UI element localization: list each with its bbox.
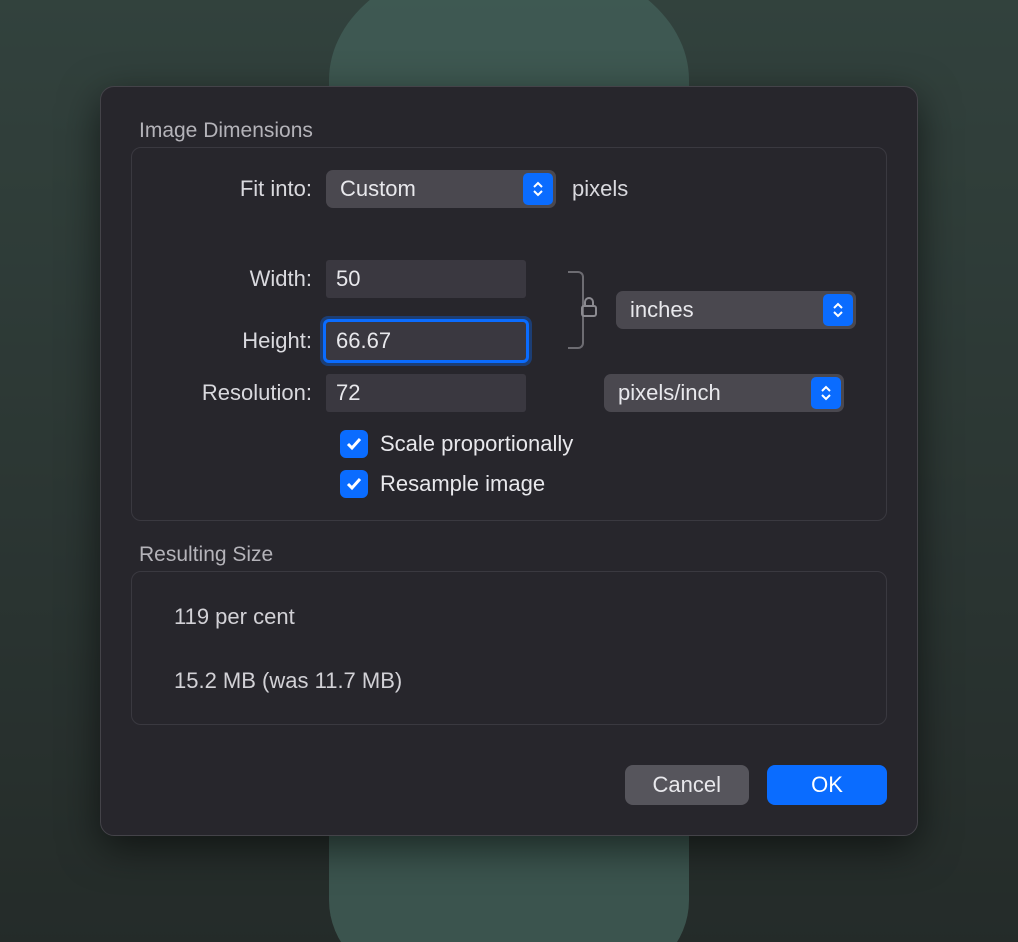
resolution-units-select[interactable]: pixels/inch <box>604 374 844 412</box>
scale-proportionally-checkbox[interactable] <box>340 430 368 458</box>
resolution-row: Resolution: pixels/inch <box>156 374 862 412</box>
image-dimensions-title: Image Dimensions <box>139 119 887 143</box>
image-dimensions-dialog: Image Dimensions Fit into: Custom pixels… <box>100 86 918 836</box>
dropdown-stepper-icon <box>811 377 841 409</box>
fit-into-suffix: pixels <box>572 176 628 202</box>
resolution-input[interactable] <box>326 374 526 412</box>
scale-proportionally-label: Scale proportionally <box>380 431 573 457</box>
width-input[interactable] <box>326 260 526 298</box>
dialog-button-row: Cancel OK <box>131 765 887 805</box>
width-label: Width: <box>156 266 326 292</box>
spacer <box>156 226 862 256</box>
scale-proportionally-row: Scale proportionally <box>340 430 862 458</box>
dropdown-stepper-icon <box>823 294 853 326</box>
resulting-size-title: Resulting Size <box>139 543 887 567</box>
resolution-label: Resolution: <box>156 380 326 406</box>
cancel-button[interactable]: Cancel <box>625 765 749 805</box>
fit-into-select[interactable]: Custom <box>326 170 556 208</box>
resolution-units-value: pixels/inch <box>618 380 721 406</box>
ok-button[interactable]: OK <box>767 765 887 805</box>
dimension-units-select[interactable]: inches <box>616 291 856 329</box>
image-dimensions-group: Fit into: Custom pixels Width: <box>131 147 887 521</box>
fit-into-value: Custom <box>340 176 416 202</box>
fit-into-row: Fit into: Custom pixels <box>156 170 862 208</box>
lock-icon[interactable] <box>580 296 598 324</box>
resulting-size-group: 119 per cent 15.2 MB (was 11.7 MB) <box>131 571 887 725</box>
resulting-percent: 119 per cent <box>174 604 862 630</box>
spacer <box>131 521 887 537</box>
fit-into-label: Fit into: <box>156 176 326 202</box>
height-input[interactable] <box>326 322 526 360</box>
resample-image-row: Resample image <box>340 470 862 498</box>
aspect-lock-bracket <box>546 256 616 364</box>
width-height-block: Width: inches <box>156 256 862 364</box>
resample-image-label: Resample image <box>380 471 545 497</box>
height-label: Height: <box>156 328 326 354</box>
dropdown-stepper-icon <box>523 173 553 205</box>
resulting-filesize: 15.2 MB (was 11.7 MB) <box>174 668 862 694</box>
resample-image-checkbox[interactable] <box>340 470 368 498</box>
dimension-units-value: inches <box>630 297 694 323</box>
